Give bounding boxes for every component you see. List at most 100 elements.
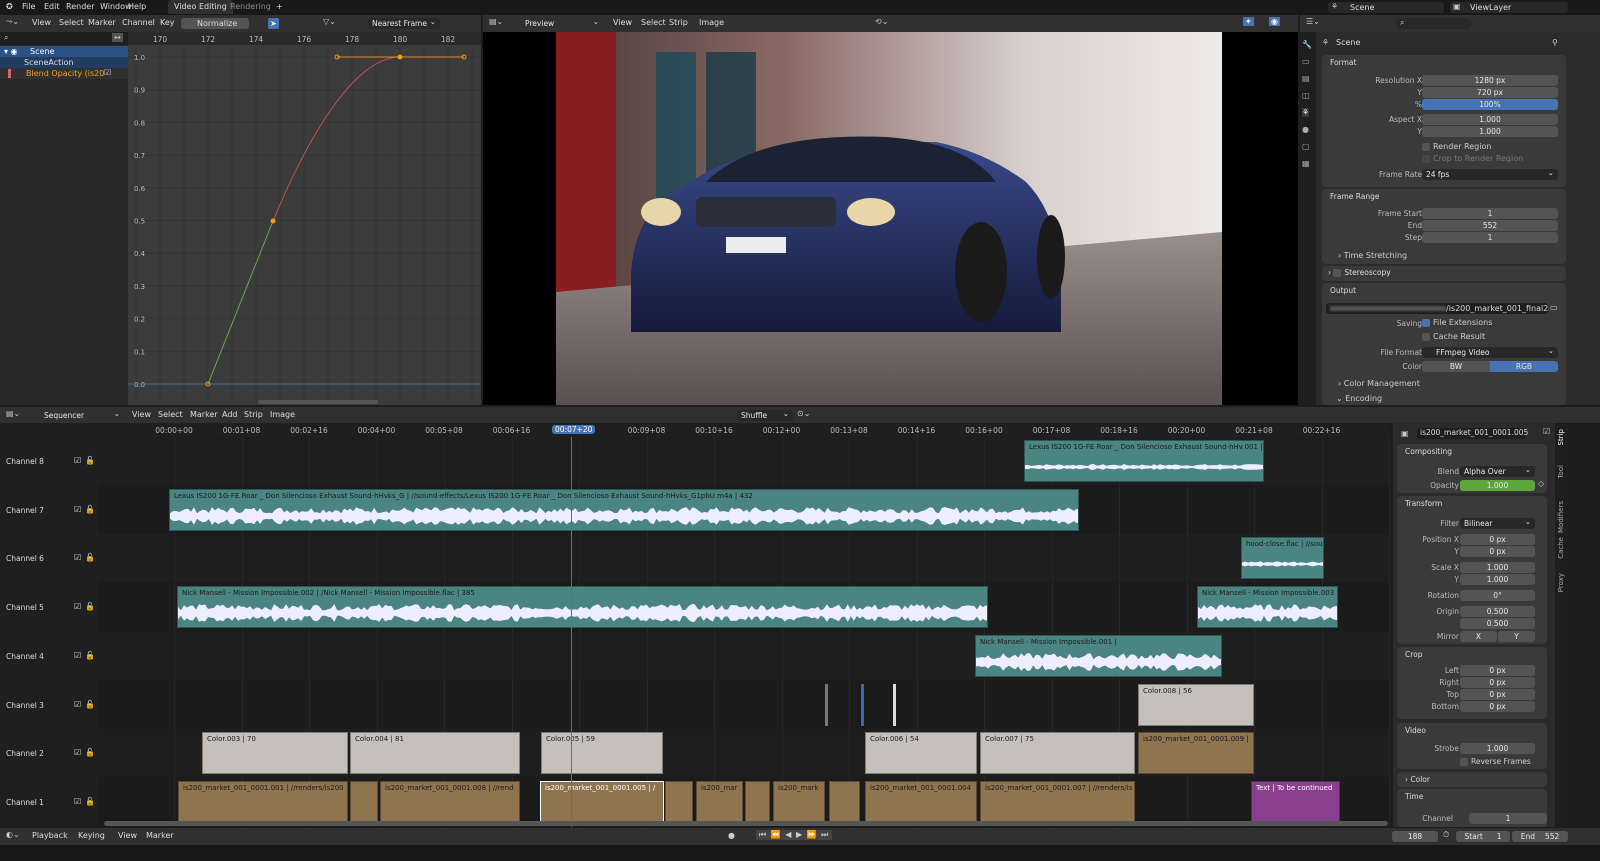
properties-tab-output-icon[interactable]: ▤: [1302, 74, 1310, 83]
image-strip[interactable]: [665, 780, 693, 823]
snap-dropdown[interactable]: Nearest Frame: [368, 16, 440, 29]
overlay-icon[interactable]: ◉: [1269, 17, 1280, 26]
editor-type-sequencer-icon[interactable]: ▤⌄: [489, 17, 503, 26]
color-strip[interactable]: Color.003 | 70: [202, 732, 348, 775]
posx-field[interactable]: 0 px: [1460, 534, 1535, 545]
cache-result-checkbox[interactable]: Cache Result: [1422, 332, 1485, 341]
menu-help[interactable]: Help: [128, 0, 146, 14]
editor-type-sequencer-icon[interactable]: ▤⌄: [6, 409, 20, 418]
sequencer-menu-strip[interactable]: Strip: [244, 408, 263, 422]
opacity-slider[interactable]: 1.000: [1460, 480, 1535, 491]
sequencer-view-dropdown[interactable]: Sequencer: [28, 408, 124, 421]
channel-lock-icon[interactable]: 🔓: [85, 797, 95, 806]
strip-name-field[interactable]: is200_market_001_0001.005: [1417, 428, 1528, 439]
small-strip[interactable]: [861, 683, 864, 726]
image-strip[interactable]: is200_market_001_0001.008 | //rend: [380, 780, 520, 823]
render-region-checkbox[interactable]: Render Region: [1422, 142, 1491, 151]
color-management-subpanel[interactable]: › Color Management: [1338, 379, 1420, 388]
small-strip[interactable]: [893, 683, 896, 726]
text-strip[interactable]: Text | To be continued: [1251, 780, 1340, 823]
left-field[interactable]: 0 px: [1460, 665, 1535, 676]
right-field[interactable]: 0 px: [1460, 677, 1535, 688]
channel-mute-checkbox[interactable]: ☑: [74, 651, 81, 660]
sequencer-menu-select[interactable]: Select: [158, 408, 183, 422]
properties-tab-tool-icon[interactable]: 🔧: [1302, 40, 1312, 49]
crop-render-region-checkbox[interactable]: Crop to Render Region: [1422, 154, 1523, 163]
strip-mute-checkbox[interactable]: ☑: [1543, 427, 1550, 436]
scene-selector[interactable]: ⚘ Scene: [1328, 2, 1444, 13]
strobe-field[interactable]: 1.000: [1460, 743, 1535, 754]
stopwatch-icon[interactable]: ⏱: [1443, 830, 1449, 840]
channel-mute-checkbox[interactable]: ☑: [74, 797, 81, 806]
preview-menu-view[interactable]: View: [613, 16, 632, 30]
small-strip[interactable]: [825, 683, 828, 726]
blender-logo-icon[interactable]: ✪: [6, 0, 13, 14]
panel-title[interactable]: Frame Range: [1330, 192, 1380, 201]
sound-strip[interactable]: Nick Mansell - Mission Impossible.002 | …: [177, 586, 988, 629]
keyframe-icon[interactable]: ◇: [1538, 479, 1544, 488]
color-strip[interactable]: Color.006 | 54: [865, 732, 977, 775]
menu-window[interactable]: Window: [100, 0, 132, 14]
color-bw-button[interactable]: BW: [1422, 361, 1490, 372]
preview-menu-strip[interactable]: Strip: [669, 16, 688, 30]
resolution-x-field[interactable]: 1280 px: [1422, 75, 1558, 86]
oy-field[interactable]: 0.500: [1460, 618, 1535, 629]
gizmo-icon[interactable]: ✦: [1243, 17, 1254, 26]
filter-dropdown[interactable]: Bilinear: [1460, 516, 1535, 529]
properties-tab-world-icon[interactable]: ●: [1302, 125, 1309, 134]
frame-step-field[interactable]: 1: [1422, 232, 1558, 243]
sidebar-tab-cache[interactable]: Cache: [1557, 537, 1565, 559]
start-frame-field[interactable]: Start 1: [1456, 831, 1510, 842]
editor-type-graph-icon[interactable]: ⤳⌄: [6, 17, 19, 27]
color-panel[interactable]: › Color: [1397, 772, 1547, 787]
channel-mute-checkbox[interactable]: ☑: [74, 602, 81, 611]
timeline-menu-view[interactable]: View: [118, 829, 137, 843]
ox-field[interactable]: 0.500: [1460, 606, 1535, 617]
channel-mute-checkbox[interactable]: ☑: [74, 553, 81, 562]
graph-area[interactable]: 170 172 174 176 178 180 182 1.0 0.9 0.8 0.7 0.6 0.5…: [128, 32, 481, 405]
resolution-y-field[interactable]: 720 px: [1422, 87, 1558, 98]
editor-type-properties-icon[interactable]: ☰⌄: [1306, 17, 1320, 26]
sequencer-timeline[interactable]: 00:00+00 00:01+08 00:02+16 00:04+00 00:05+08…: [98, 423, 1390, 827]
channel-lock-icon[interactable]: 🔓: [85, 553, 95, 562]
output-path-field[interactable]: /is200_market_001_final2_: [1326, 303, 1548, 314]
file-extensions-checkbox[interactable]: File Extensions: [1422, 318, 1492, 327]
folder-icon[interactable]: ▭: [1550, 303, 1558, 312]
channel-scene-action[interactable]: SceneAction: [0, 57, 128, 68]
properties-search[interactable]: ⌕: [1396, 18, 1472, 29]
image-strip[interactable]: is200_market_001_0001.009 |: [1138, 732, 1254, 775]
menu-file[interactable]: File: [22, 0, 35, 14]
graph-menu-view[interactable]: View: [32, 16, 51, 30]
frame-end-field[interactable]: 552: [1422, 220, 1558, 231]
modifier-checkbox-icon[interactable]: ☑: [104, 68, 111, 77]
channel-lock-icon[interactable]: 🔓: [85, 748, 95, 757]
channel-mute-checkbox[interactable]: ☑: [74, 748, 81, 757]
channel-mute-checkbox[interactable]: ☑: [74, 505, 81, 514]
pivot-icon[interactable]: ⟲⌄: [875, 17, 888, 26]
time-ruler[interactable]: 00:00+00 00:01+08 00:02+16 00:04+00 00:05+08…: [98, 423, 1390, 437]
timeline-menu-playback[interactable]: Playback: [32, 829, 68, 843]
preview-area[interactable]: [483, 32, 1298, 405]
graph-plot[interactable]: 1.0 0.9 0.8 0.7 0.6 0.5 0.4 0.3 0.2 0.1 0.0: [128, 45, 481, 405]
channel-lock-icon[interactable]: 🔓: [85, 456, 95, 465]
posy-field[interactable]: 0 px: [1460, 546, 1535, 557]
image-strip[interactable]: is200_market_001_0001.005 | /: [540, 780, 664, 823]
panel-title[interactable]: Crop: [1405, 650, 1423, 659]
channel-scene[interactable]: ▾ ◉ Scene: [0, 46, 128, 57]
time-stretching-subpanel[interactable]: › Time Stretching: [1338, 251, 1407, 260]
overlap-mode-dropdown[interactable]: Shuffle: [737, 408, 793, 421]
sidebar-tab-modifiers[interactable]: Modifiers: [1557, 501, 1565, 533]
sidebar-tab-proxy[interactable]: Proxy: [1557, 573, 1565, 592]
panel-title[interactable]: Video: [1405, 726, 1426, 735]
image-strip[interactable]: [350, 780, 378, 823]
filter-icon[interactable]: ▽⌄: [323, 17, 336, 26]
panel-title[interactable]: Transform: [1405, 499, 1442, 508]
end-frame-field[interactable]: End 552: [1512, 831, 1568, 842]
mirror-x-toggle[interactable]: X: [1460, 631, 1497, 642]
graph-menu-channel[interactable]: Channel: [122, 16, 155, 30]
channel-lock-icon[interactable]: 🔓: [85, 602, 95, 611]
properties-tab-collection-icon[interactable]: ▢: [1302, 142, 1310, 151]
sidebar-tab-tool[interactable]: Tool: [1557, 465, 1565, 479]
image-strip[interactable]: is200_market_001_0001.001 | //renders/is…: [178, 780, 348, 823]
resolution-percent-slider[interactable]: 100%: [1422, 99, 1558, 110]
